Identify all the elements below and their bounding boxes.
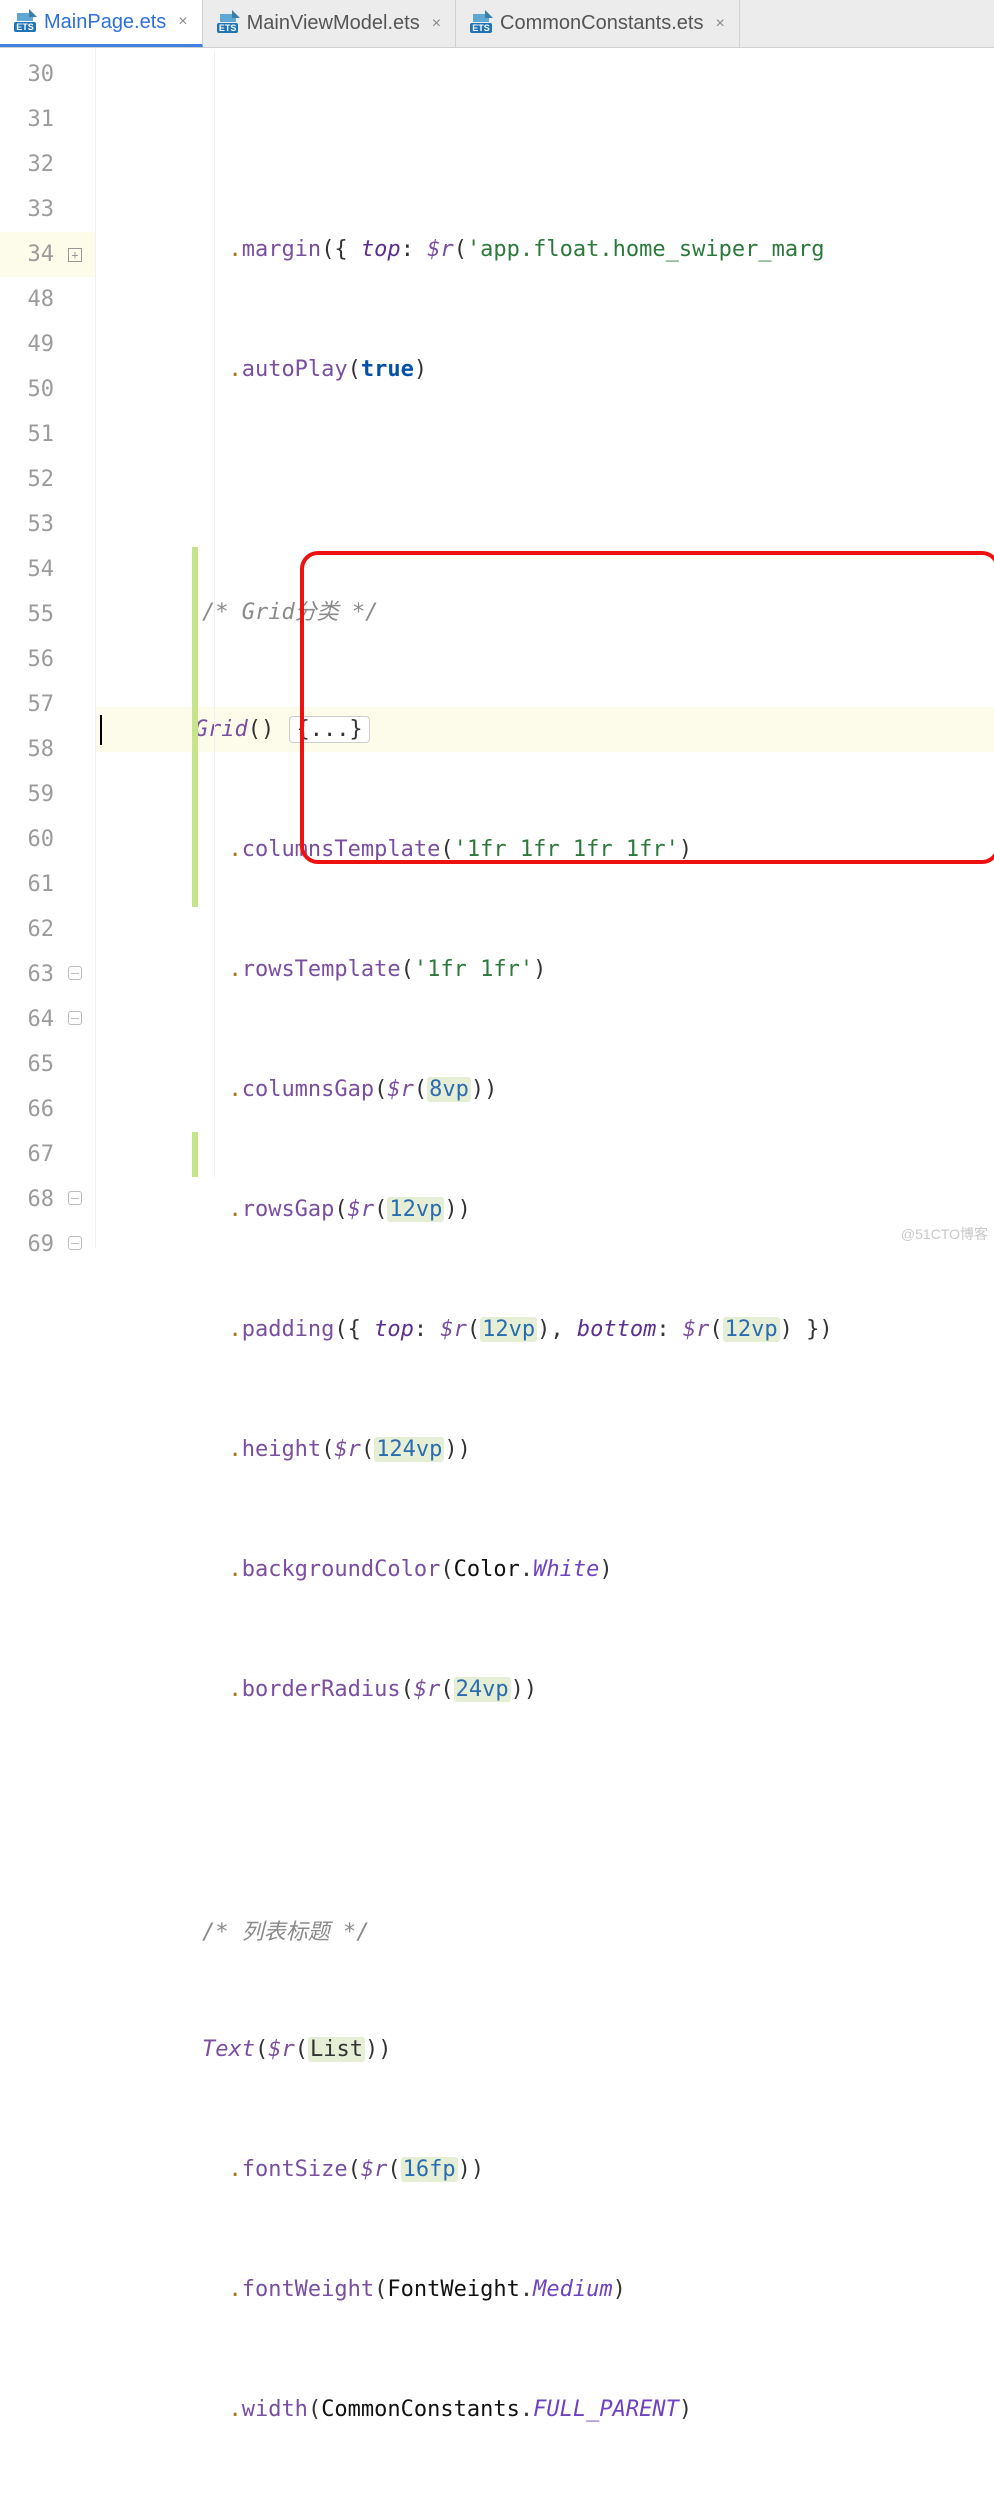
line-number: 67 [0,1142,60,1167]
change-marker [192,1132,198,1177]
fold-collapse-icon[interactable] [68,1011,82,1025]
line-number: 52 [0,467,60,492]
line-number: 49 [0,332,60,357]
line-number: 54 [0,557,60,582]
line-number: 48 [0,287,60,312]
line-number: 32 [0,152,60,177]
line-number: 62 [0,917,60,942]
line-number: 61 [0,872,60,897]
line-number: 33 [0,197,60,222]
close-icon[interactable]: × [432,15,441,33]
code-line: Text($r(List)) [96,2027,994,2072]
code-line [96,467,994,512]
line-number: 51 [0,422,60,447]
line-number: 55 [0,602,60,627]
line-number: 57 [0,692,60,717]
line-number: 50 [0,377,60,402]
code-area[interactable]: .margin({ top: $r('app.float.home_swiper… [96,48,994,1248]
fold-expand-icon[interactable]: + [68,248,82,262]
tab-mainviewmodel[interactable]: ETS MainViewModel.ets × [203,0,456,47]
fold-collapse-icon[interactable] [68,966,82,980]
line-number: 60 [0,827,60,852]
code-line: /* 列表标题 */ [96,1907,994,1952]
tab-label: MainViewModel.ets [247,12,420,35]
line-number: 56 [0,647,60,672]
code-line: .width(CommonConstants.FULL_PARENT) [96,2387,994,2432]
tab-label: MainPage.ets [44,11,166,34]
code-line: .rowsGap($r(12vp)) [96,1187,994,1232]
code-line: .margin({ top: $r('app.float.home_swiper… [96,227,994,272]
line-number: 69 [0,1232,60,1257]
code-line: .columnsTemplate('1fr 1fr 1fr 1fr') [96,827,994,872]
line-number: 31 [0,107,60,132]
tab-mainpage[interactable]: ETS MainPage.ets × [0,0,203,47]
line-number: 65 [0,1052,60,1077]
tab-bar: ETS MainPage.ets × ETS MainViewModel.ets… [0,0,994,48]
code-line: .autoPlay(true) [96,347,994,392]
watermark: @51CTO博客 [901,1224,988,1244]
code-line: .height($r(124vp)) [96,1427,994,1472]
code-line: .rowsTemplate('1fr 1fr') [96,947,994,992]
ets-file-icon: ETS [217,13,239,35]
code-line: .fontWeight(FontWeight.Medium) [96,2267,994,2312]
fold-collapse-icon[interactable] [68,1191,82,1205]
line-number: 53 [0,512,60,537]
ets-file-icon: ETS [14,11,36,33]
line-number: 30 [0,62,60,87]
folded-region[interactable]: {...} [289,716,369,743]
line-number: 64 [0,1007,60,1032]
ets-file-icon: ETS [470,13,492,35]
code-editor[interactable]: 30 31 32 33 34+ 48 49 50 51 52 53 54 55 … [0,48,994,1248]
close-icon[interactable]: × [715,15,724,33]
indent-guide [214,52,215,1177]
change-marker [192,547,198,907]
code-line [96,1787,994,1832]
code-line: Grid() {...} [96,707,994,752]
line-number: 58 [0,737,60,762]
code-line: .padding({ top: $r(12vp), bottom: $r(12v… [96,1307,994,1352]
fold-collapse-icon[interactable] [68,1236,82,1250]
tab-commonconstants[interactable]: ETS CommonConstants.ets × [456,0,740,47]
line-number: 34 [0,242,60,267]
line-number: 59 [0,782,60,807]
close-icon[interactable]: × [178,13,187,31]
code-line: .fontSize($r(16fp)) [96,2147,994,2192]
code-line: .borderRadius($r(24vp)) [96,1667,994,1712]
line-number: 66 [0,1097,60,1122]
code-line: /* Grid分类 */ [96,587,994,632]
line-number: 63 [0,962,60,987]
gutter: 30 31 32 33 34+ 48 49 50 51 52 53 54 55 … [0,48,96,1248]
code-line: .columnsGap($r(8vp)) [96,1067,994,1112]
line-number: 68 [0,1187,60,1212]
code-line: .backgroundColor(Color.White) [96,1547,994,1592]
tab-label: CommonConstants.ets [500,12,703,35]
